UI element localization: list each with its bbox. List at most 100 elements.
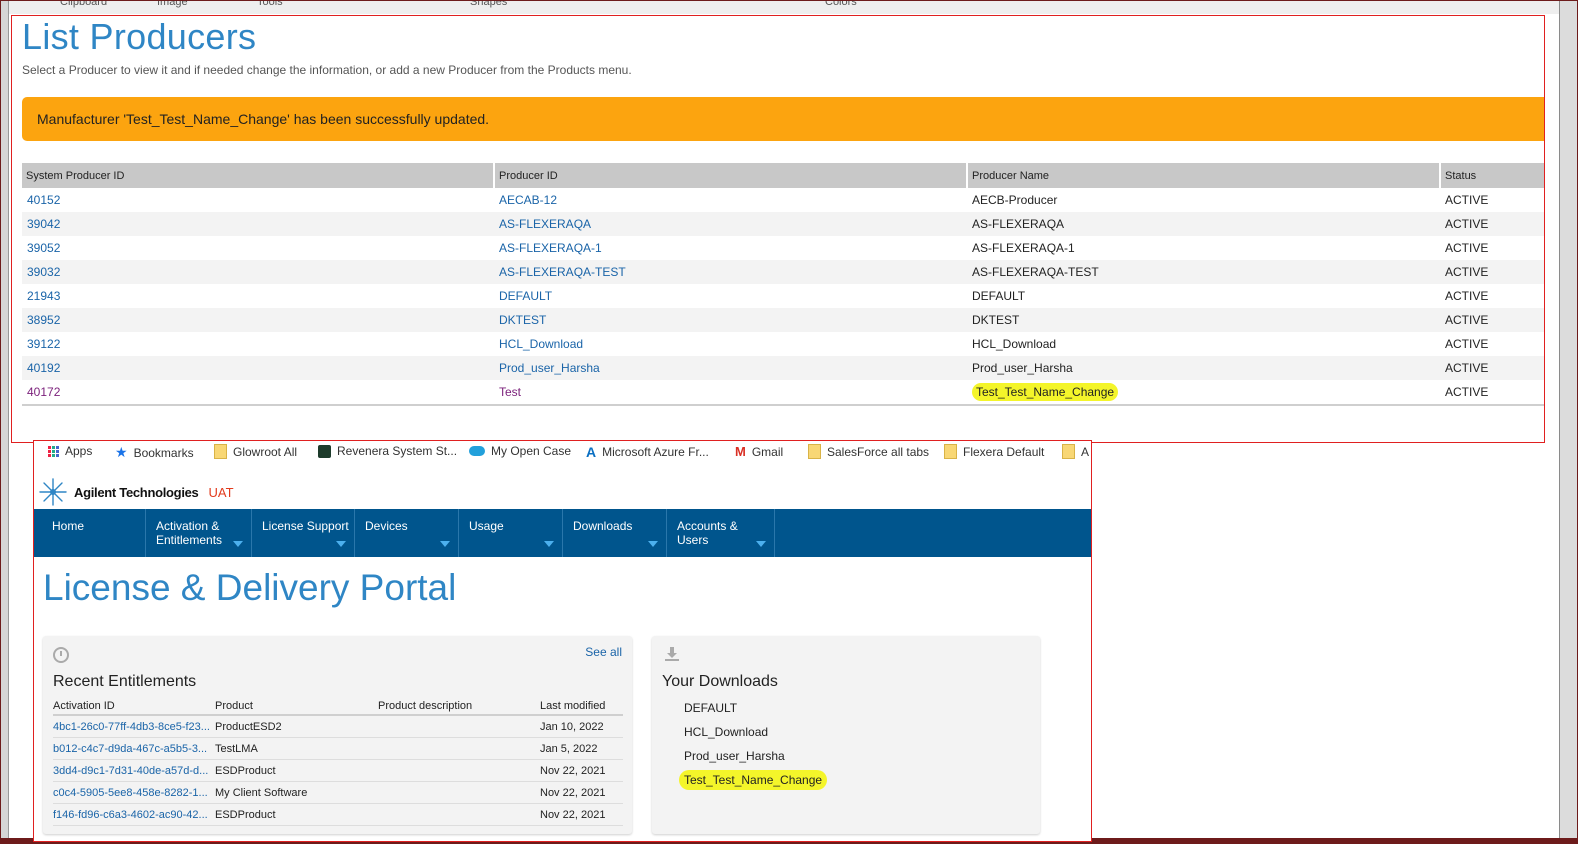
status: ACTIVE [1445, 193, 1489, 207]
download-item[interactable]: Prod_user_Harsha [684, 746, 827, 770]
bookmark-label: Revenera System St... [337, 444, 458, 458]
producer-id-link[interactable]: Test [499, 385, 521, 399]
nav-label: License Support [262, 519, 349, 533]
nav-downloads[interactable]: Downloads [563, 509, 667, 557]
last-modified: Jan 10, 2022 [540, 715, 623, 738]
see-all-link[interactable]: See all [585, 645, 622, 659]
system-producer-id-link[interactable]: 40172 [27, 385, 60, 399]
system-producer-id-link[interactable]: 39052 [27, 241, 60, 255]
bookmark-salesforce[interactable]: SalesForce all tabs [808, 444, 929, 459]
status: ACTIVE [1445, 265, 1489, 279]
last-modified: Nov 22, 2021 [540, 759, 623, 782]
bookmark-label: Glowroot All [233, 444, 298, 459]
column-header[interactable]: Producer Name [967, 163, 1441, 188]
nav-accounts-users[interactable]: Accounts & Users [667, 509, 775, 557]
activation-id-link[interactable]: f146-fd96-c6a3-4602-ac90-42... [53, 809, 208, 821]
system-producer-id-link[interactable]: 39032 [27, 265, 60, 279]
bookmark-revenera[interactable]: Revenera System St... [318, 444, 457, 458]
last-modified: Nov 22, 2021 [540, 803, 623, 826]
product-description [378, 737, 540, 760]
cloud-icon [469, 446, 485, 456]
download-item-highlighted[interactable]: Test_Test_Name_Change [679, 770, 828, 794]
window-left-edge [0, 0, 9, 844]
product-description [378, 803, 540, 826]
table-row: 21943 DEFAULT DEFAULT ACTIVE [22, 284, 1544, 308]
system-producer-id-link[interactable]: 39122 [27, 337, 60, 351]
table-row: 3dd4-d9c1-7d31-40de-a57d-d... ESDProduct… [53, 759, 623, 782]
column-header[interactable]: Producer ID [494, 163, 968, 188]
bookmark-open-case[interactable]: My Open Case [469, 444, 571, 458]
ribbon-label: Clipboard [60, 0, 108, 8]
your-downloads-card: Your Downloads DEFAULT HCL_Download Prod… [652, 636, 1040, 834]
bookmark-label: My Open Case [491, 444, 572, 458]
producer-id-link[interactable]: DEFAULT [499, 289, 552, 303]
system-producer-id-link[interactable]: 40192 [27, 361, 60, 375]
portal-title: License & Delivery Portal [43, 567, 457, 608]
nav-home[interactable]: Home [34, 509, 146, 557]
table-row: f146-fd96-c6a3-4602-ac90-42... ESDProduc… [53, 803, 623, 826]
product: TestLMA [215, 737, 378, 760]
environment-badge: UAT [208, 484, 234, 500]
window-right-edge [1559, 0, 1578, 844]
bookmark-apps[interactable]: Apps [48, 444, 92, 458]
azure-icon: A [586, 444, 597, 460]
system-producer-id-link[interactable]: 40152 [27, 193, 60, 207]
activation-id-link[interactable]: 3dd4-d9c1-7d31-40de-a57d-d... [53, 765, 208, 777]
nav-label: Accounts & [677, 519, 738, 533]
producer-id-link[interactable]: AS-FLEXERAQA [499, 217, 591, 231]
clock-icon [53, 647, 69, 663]
nav-activation-entitlements[interactable]: Activation & Entitlements [146, 509, 252, 557]
nav-label: Devices [365, 519, 408, 533]
table-row: 40172 Test Test_Test_Name_Change ACTIVE [22, 380, 1544, 406]
product-description [378, 715, 540, 738]
producer-id-link[interactable]: DKTEST [499, 313, 546, 327]
alert-message: Manufacturer 'Test_Test_Name_Change' has… [37, 111, 490, 127]
producer-id-link[interactable]: HCL_Download [499, 337, 583, 351]
table-row: 39042 AS-FLEXERAQA AS-FLEXERAQA ACTIVE [22, 212, 1544, 236]
bookmark-label: A [1081, 444, 1090, 459]
nav-usage[interactable]: Usage [459, 509, 563, 557]
system-producer-id-link[interactable]: 39042 [27, 217, 60, 231]
activation-id-link[interactable]: b012-c4c7-d9da-467c-a5b5-3... [53, 743, 207, 755]
bookmark-label: Bookmarks [133, 445, 194, 460]
table-header-row: Activation ID Product Product descriptio… [53, 697, 623, 716]
agilent-spark-icon [39, 478, 67, 506]
apps-grid-icon [48, 445, 59, 457]
ribbon-strip: Clipboard Image Tools Shapes Colors [0, 0, 1578, 14]
bookmark-more[interactable]: A [1062, 444, 1089, 459]
producer-id-link[interactable]: AS-FLEXERAQA-TEST [499, 265, 626, 279]
bookmark-label: Flexera Default [963, 444, 1045, 459]
bookmark-flexera[interactable]: Flexera Default [944, 444, 1044, 459]
success-alert: Manufacturer 'Test_Test_Name_Change' has… [22, 97, 1544, 141]
download-icon [665, 647, 679, 661]
download-item[interactable]: DEFAULT [684, 698, 827, 722]
caret-down-icon [648, 541, 658, 547]
bookmark-azure[interactable]: A Microsoft Azure Fr... [586, 444, 709, 460]
system-producer-id-link[interactable]: 38952 [27, 313, 60, 327]
column-header: Last modified [540, 697, 623, 716]
your-downloads-heading: Your Downloads [662, 673, 778, 690]
bookmark-label: Microsoft Azure Fr... [602, 445, 709, 459]
producer-name: Prod_user_Harsha [972, 361, 1073, 375]
status: ACTIVE [1445, 385, 1489, 399]
producer-id-link[interactable]: Prod_user_Harsha [499, 361, 600, 375]
activation-id-link[interactable]: 4bc1-26c0-77ff-4db3-8ce5-f23... [53, 721, 210, 733]
nav-license-support[interactable]: License Support [252, 509, 355, 557]
list-producers-panel: List Producers Select a Producer to view… [11, 15, 1545, 443]
bookmark-glowroot[interactable]: Glowroot All [214, 444, 297, 459]
column-header: Product [215, 697, 378, 716]
producer-name: AS-FLEXERAQA-TEST [972, 265, 1099, 279]
system-producer-id-link[interactable]: 21943 [27, 289, 60, 303]
download-item[interactable]: HCL_Download [684, 722, 827, 746]
producer-id-link[interactable]: AS-FLEXERAQA-1 [499, 241, 602, 255]
producer-id-link[interactable]: AECAB-12 [499, 193, 557, 207]
column-header[interactable]: Status [1440, 163, 1544, 188]
activation-id-link[interactable]: c0c4-5905-5ee8-458e-8282-1... [53, 787, 208, 799]
agilent-logo[interactable]: Agilent Technologies UAT [38, 477, 234, 507]
caret-down-icon [440, 541, 450, 547]
bookmark-bookmarks[interactable]: ★ Bookmarks [115, 444, 194, 461]
bookmark-gmail[interactable]: M Gmail [735, 444, 783, 459]
column-header[interactable]: System Producer ID [22, 163, 495, 188]
nav-devices[interactable]: Devices [355, 509, 459, 557]
table-row: 39032 AS-FLEXERAQA-TEST AS-FLEXERAQA-TES… [22, 260, 1544, 284]
